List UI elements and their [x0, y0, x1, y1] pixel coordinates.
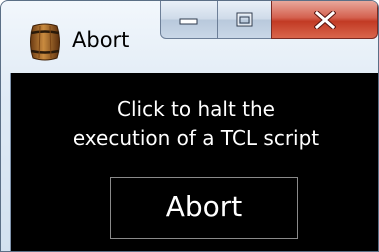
title-bar[interactable]: Abort [1, 1, 378, 73]
abort-button[interactable]: Abort [110, 177, 298, 239]
close-icon [313, 10, 336, 29]
maximize-button[interactable] [217, 1, 272, 39]
caption-buttons [160, 1, 378, 39]
window-title: Abort [72, 28, 130, 52]
app-window: Abort Click to halt the execution of a T… [0, 0, 379, 252]
instruction-line-1: Click to halt the [117, 97, 275, 121]
window-content: Click to halt the execution of a TCL scr… [10, 73, 378, 251]
barrel-icon[interactable] [28, 23, 62, 61]
instruction-text: Click to halt the execution of a TCL scr… [11, 95, 378, 153]
maximize-icon [236, 12, 252, 26]
instruction-line-2: execution of a TCL script [72, 126, 320, 150]
minimize-icon [179, 18, 198, 24]
minimize-button[interactable] [160, 1, 218, 39]
close-button[interactable] [271, 1, 378, 39]
